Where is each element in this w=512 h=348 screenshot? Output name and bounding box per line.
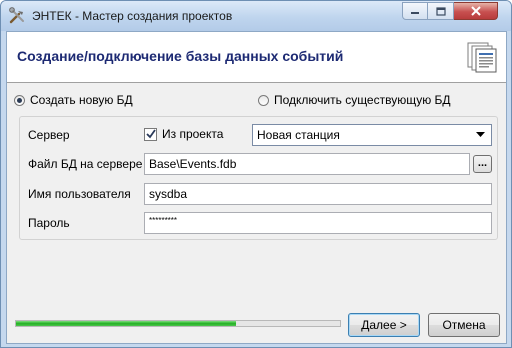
db-file-input[interactable]: Base\Events.fdb: [144, 153, 470, 175]
maximize-button[interactable]: [428, 2, 454, 20]
browse-button[interactable]: ...: [473, 155, 492, 173]
header-band: Создание/подключение базы данных событий: [7, 32, 506, 83]
checkbox-box[interactable]: [144, 127, 157, 141]
page-title: Создание/подключение базы данных событий: [17, 48, 344, 64]
username-input[interactable]: sysdba: [144, 183, 492, 205]
title-bar[interactable]: ЭНТЕК - Мастер создания проектов: [1, 1, 511, 31]
minimize-icon: [411, 12, 419, 14]
radio-connect-label: Подключить существующую БД: [274, 93, 451, 107]
window-title: ЭНТЕК - Мастер создания проектов: [32, 9, 233, 23]
wizard-window: ЭНТЕК - Мастер создания проектов Создани…: [0, 0, 512, 348]
username-label: Имя пользователя: [28, 187, 131, 201]
server-label: Сервер: [28, 128, 70, 142]
server-select[interactable]: Новая станция: [252, 124, 492, 146]
password-label: Пароль: [28, 216, 70, 230]
radio-create-indicator[interactable]: [14, 94, 25, 106]
cancel-button[interactable]: Отмена: [428, 313, 500, 337]
close-button[interactable]: [454, 2, 498, 20]
progress-bar: [15, 320, 341, 327]
db-file-label: Файл БД на сервере: [28, 157, 143, 171]
checkmark-icon: [145, 129, 156, 139]
wizard-body: Создание/подключение базы данных событий…: [6, 31, 507, 344]
from-project-label: Из проекта: [162, 127, 224, 141]
document-pages-icon: [466, 41, 498, 73]
connection-group: Сервер Из проекта Новая станция Файл БД …: [19, 116, 498, 240]
radio-connect-indicator[interactable]: [258, 94, 269, 106]
next-button[interactable]: Далее >: [348, 313, 420, 337]
server-select-value: Новая станция: [257, 128, 340, 142]
radio-create-label: Создать новую БД: [30, 93, 133, 107]
chevron-down-icon: [476, 132, 485, 137]
close-icon: [470, 6, 481, 16]
password-input[interactable]: *********: [144, 212, 492, 234]
minimize-button[interactable]: [402, 2, 428, 20]
from-project-checkbox[interactable]: Из проекта: [144, 127, 223, 141]
progress-fill: [16, 321, 237, 326]
radio-connect-db[interactable]: Подключить существующую БД: [258, 93, 451, 107]
radio-create-db[interactable]: Создать новую БД: [14, 93, 133, 107]
maximize-icon: [435, 6, 446, 16]
tools-icon: [8, 7, 26, 25]
